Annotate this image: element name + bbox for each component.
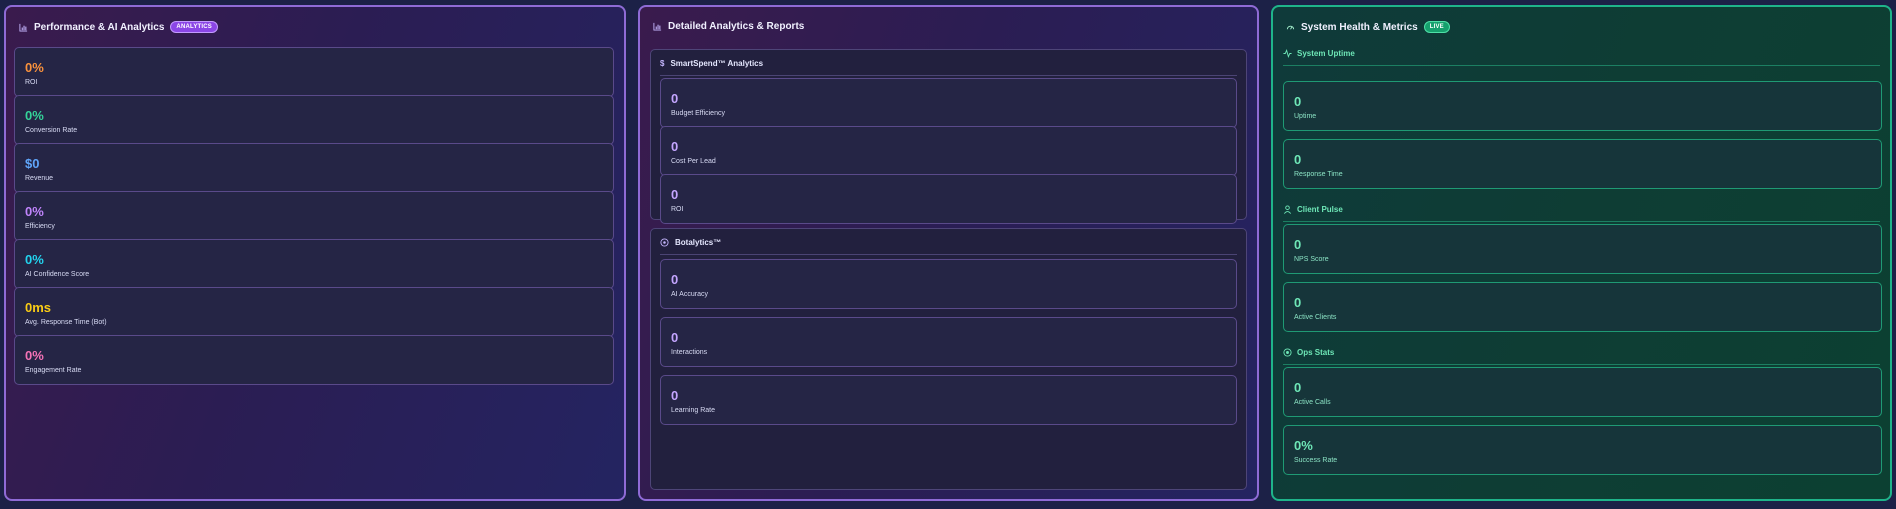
uptime-group-title: System Uptime [1297,49,1355,58]
metric-value: 0 [671,388,679,403]
metric-card-success-rate[interactable]: 0% Success Rate [1283,425,1882,475]
metric-label: Engagement Rate [25,367,82,374]
metric-value: 0 [671,91,679,106]
metric-card-active-clients[interactable]: 0 Active Clients [1283,282,1882,332]
metric-card-budget-efficiency[interactable]: 0 Budget Efficiency [660,78,1237,128]
metric-value: 0% [25,252,44,267]
metric-label: Budget Efficiency [671,110,725,117]
metric-card-roi[interactable]: 0% ROI [14,47,614,97]
metric-value: 0% [25,348,44,363]
metric-label: ROI [25,79,38,86]
metric-label: ROI [671,206,684,213]
bot-circle-icon [660,238,669,247]
metric-card-ai-confidence[interactable]: 0% AI Confidence Score [14,239,614,289]
metric-card-nps-score[interactable]: 0 NPS Score [1283,224,1882,274]
metric-card-ai-accuracy[interactable]: 0 AI Accuracy [660,259,1237,309]
metric-card-revenue[interactable]: $0 Revenue [14,143,614,193]
botalytics-header: Botalytics™ [660,238,721,247]
metric-card-conversion-rate[interactable]: 0% Conversion Rate [14,95,614,145]
metric-label: AI Confidence Score [25,271,90,278]
metric-label: Efficiency [25,223,55,230]
metric-label: Avg. Response Time (Bot) [25,319,107,326]
metric-value: 0 [1294,152,1302,167]
metric-label: NPS Score [1294,256,1329,263]
user-icon [1283,205,1292,214]
botalytics-title: Botalytics™ [675,238,722,247]
metric-label: Active Calls [1294,399,1331,406]
metric-card-learning-rate[interactable]: 0 Learning Rate [660,375,1237,425]
divider [660,254,1237,255]
metric-value: 0 [1294,94,1302,109]
divider [1283,364,1880,365]
metric-label: Learning Rate [671,407,715,414]
ops-group-header: Ops Stats [1283,348,1334,357]
divider [1283,65,1880,66]
metric-value: $0 [25,156,40,171]
metric-value: 0 [1294,295,1302,310]
metric-label: Interactions [671,349,708,356]
reports-panel: Detailed Analytics & Reports $ SmartSpen… [638,5,1259,501]
bar-chart-icon [653,22,662,31]
metric-label: Active Clients [1294,314,1337,321]
metric-value: 0 [671,330,679,345]
performance-panel-title: Performance & AI Analytics [34,21,165,33]
metric-label: AI Accuracy [671,291,708,298]
client-group-title: Client Pulse [1297,205,1343,214]
divider [1283,221,1880,222]
metric-card-smartspend-roi[interactable]: 0 ROI [660,174,1237,224]
metric-value: 0 [671,139,679,154]
health-panel: System Health & Metrics LIVE System Upti… [1271,5,1892,501]
metric-label: Success Rate [1294,457,1338,464]
reports-panel-header: Detailed Analytics & Reports [653,21,804,32]
metric-value: 0 [671,187,679,202]
metric-label: Revenue [25,175,54,182]
target-icon [1283,348,1292,357]
performance-panel-header: Performance & AI Analytics ANALYTICS [19,21,219,33]
metric-card-response-time[interactable]: 0 Response Time [1283,139,1882,189]
metric-value: 0ms [25,300,52,315]
bar-chart-icon [19,23,28,32]
dollar-icon: $ [660,59,665,68]
divider [660,75,1237,76]
metric-value: 0% [25,60,44,75]
metric-value: 0% [25,204,44,219]
metric-label: Cost Per Lead [671,158,716,165]
reports-panel-title: Detailed Analytics & Reports [668,21,805,32]
activity-icon [1283,49,1292,58]
metric-card-active-calls[interactable]: 0 Active Calls [1283,367,1882,417]
metric-value: 0 [1294,237,1302,252]
analytics-badge: ANALYTICS [170,21,219,33]
metric-label: Uptime [1294,113,1317,120]
metric-value: 0 [671,272,679,287]
smartspend-header: $ SmartSpend™ Analytics [660,59,763,68]
metric-card-response-time[interactable]: 0ms Avg. Response Time (Bot) [14,287,614,337]
ops-group-title: Ops Stats [1297,348,1335,357]
performance-panel: Performance & AI Analytics ANALYTICS 0% … [4,5,626,501]
gauge-icon [1286,25,1295,30]
metric-card-interactions[interactable]: 0 Interactions [660,317,1237,367]
metric-label: Response Time [1294,171,1343,178]
metric-card-cost-per-lead[interactable]: 0 Cost Per Lead [660,126,1237,176]
metric-card-uptime[interactable]: 0 Uptime [1283,81,1882,131]
metric-value: 0% [25,108,44,123]
botalytics-section: Botalytics™ 0 AI Accuracy 0 Interactions… [650,228,1247,490]
metric-card-efficiency[interactable]: 0% Efficiency [14,191,614,241]
metric-label: Conversion Rate [25,127,78,134]
live-badge: LIVE [1423,21,1450,33]
smartspend-title: SmartSpend™ Analytics [670,59,764,68]
client-group-header: Client Pulse [1283,205,1343,214]
uptime-group-header: System Uptime [1283,49,1355,58]
metric-value: 0% [1294,438,1313,453]
health-panel-header: System Health & Metrics LIVE [1286,21,1450,33]
metric-value: 0 [1294,380,1302,395]
smartspend-section: $ SmartSpend™ Analytics 0 Budget Efficie… [650,49,1247,224]
health-panel-title: System Health & Metrics [1301,21,1418,33]
metric-card-engagement-rate[interactable]: 0% Engagement Rate [14,335,614,385]
